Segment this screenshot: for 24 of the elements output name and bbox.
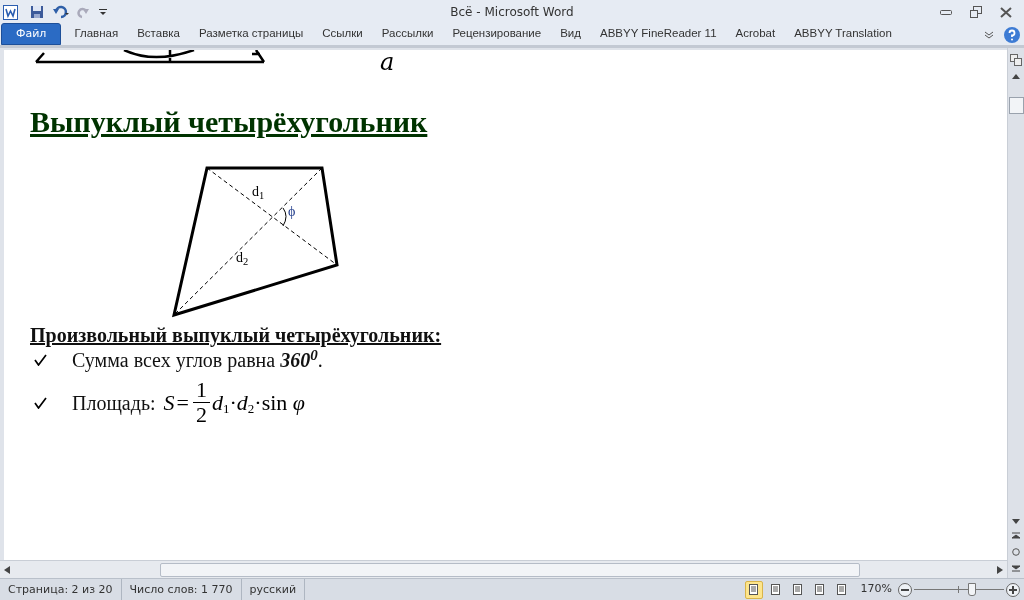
ribbon-tab[interactable]: Разметка страницы	[190, 23, 312, 45]
status-item[interactable]: Число слов: 1 770	[121, 578, 242, 600]
ribbon-tab[interactable]: Вставка	[129, 23, 188, 45]
ribbon-tab[interactable]: Вид	[552, 23, 589, 45]
status-item[interactable]: русский	[241, 578, 306, 600]
diagonal-label: d$_{1}$	[252, 184, 265, 200]
zoom-level[interactable]: 170%	[860, 581, 892, 598]
bullet-text: Сумма всех углов равна 360$^{0}$.	[72, 348, 323, 372]
heading: Выпуклый четырёхугольник	[30, 104, 428, 140]
ribbon-tab[interactable]: ABBYY Translation	[786, 23, 900, 45]
ribbon-tab[interactable]: Acrobat	[727, 23, 784, 45]
ribbon-tab[interactable]: Рассылки	[373, 23, 442, 45]
file-tab[interactable]: Файл	[1, 23, 62, 45]
ribbon-tab[interactable]: Рецензирование	[444, 23, 550, 45]
ribbon-tab[interactable]: Ссылки	[314, 23, 371, 45]
ribbon-tab[interactable]: ABBYY FineReader 11	[592, 23, 725, 45]
window-title: Всё - Microsoft Word	[450, 4, 574, 21]
figure-label: a	[380, 50, 395, 74]
angle-label: ϕ	[288, 204, 296, 220]
diagonal-label: d$_{2}$	[236, 250, 249, 266]
subheading: Произвольный выпуклый четырёхугольник:	[30, 324, 442, 346]
status-item[interactable]: Страница: 2 из 20	[0, 578, 122, 600]
ribbon-tab[interactable]: Главная	[66, 23, 127, 45]
bullet-text: Площадь:	[72, 390, 156, 415]
